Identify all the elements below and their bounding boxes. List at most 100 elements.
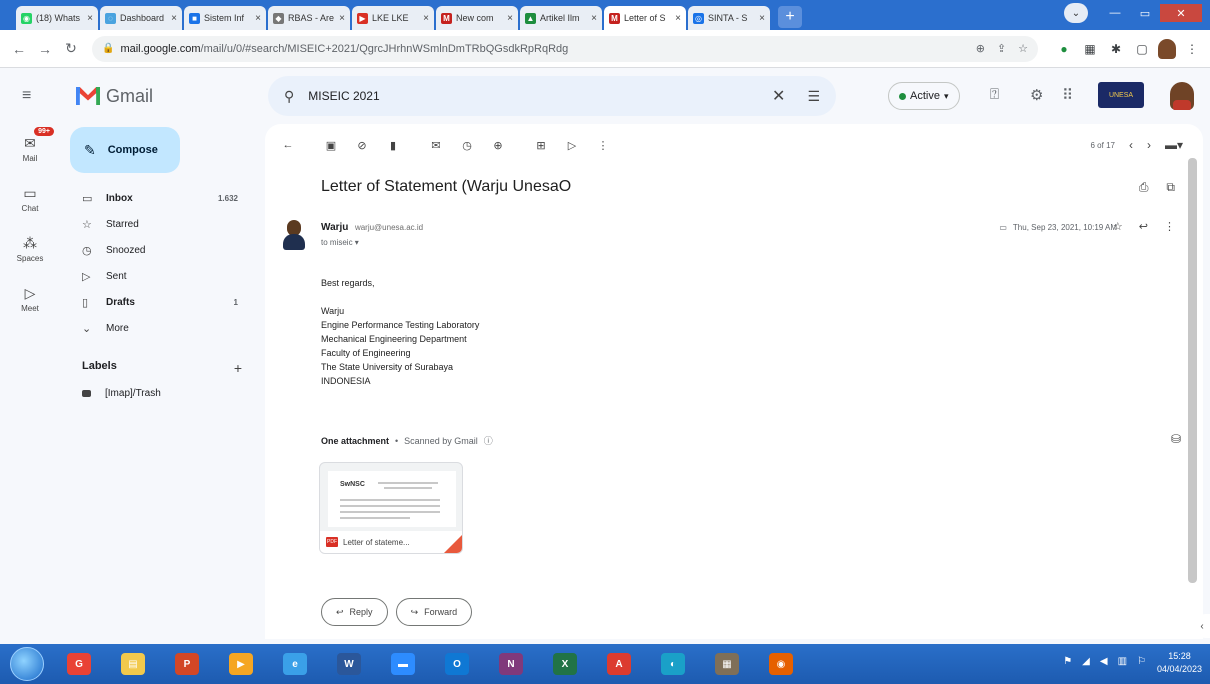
search-bar[interactable]: ⚲ MISEIC 2021 ✕ ☰ (268, 76, 836, 116)
organization-logo[interactable]: UNESA (1098, 82, 1144, 108)
taskbar-calendar-button[interactable]: ▦ (706, 647, 748, 681)
new-tab-button[interactable]: + (778, 6, 802, 28)
nav-item-more[interactable]: ⌄ More (60, 315, 260, 341)
clear-search-icon[interactable]: ✕ (772, 86, 785, 106)
taskbar-excel-button[interactable]: X (544, 647, 586, 681)
bookmark-star-icon[interactable]: ☆ (1018, 42, 1028, 55)
share-icon[interactable]: ⇪ (997, 42, 1006, 55)
message-scrollbar[interactable] (1188, 158, 1197, 583)
compose-button[interactable]: ✎ Compose (70, 127, 180, 173)
browser-tab[interactable]: ▶ LKE LKE × (352, 6, 434, 30)
tray-flag-icon[interactable]: ⚑ (1063, 656, 1072, 667)
delete-icon[interactable]: ▮ (382, 134, 404, 156)
tab-close-icon[interactable]: × (171, 13, 177, 24)
extension-green-icon[interactable]: ● (1054, 39, 1074, 59)
account-avatar[interactable] (1170, 82, 1194, 110)
browser-tab[interactable]: ◎ SINTA - S × (688, 6, 770, 30)
browser-tab[interactable]: ▲ Artikel Ilm × (520, 6, 602, 30)
back-arrow-icon[interactable]: ← (8, 38, 30, 60)
tab-close-icon[interactable]: × (507, 13, 513, 24)
archive-icon[interactable]: ▣ (320, 134, 342, 156)
taskbar-edge-button[interactable]: ◐ (652, 647, 694, 681)
rail-item-meet[interactable]: ▷ Meet (0, 274, 60, 324)
nav-item-drafts[interactable]: ▯ Drafts 1 (60, 289, 260, 315)
taskbar-powerpoint-button[interactable]: P (166, 647, 208, 681)
more-actions-icon[interactable]: ⋮ (592, 134, 614, 156)
taskbar-zoom-button[interactable]: ▬ (382, 647, 424, 681)
recipient-line[interactable]: to miseic ▾ (321, 238, 359, 247)
newer-chevron-icon[interactable]: ‹ (1129, 138, 1133, 152)
add-to-drive-icon[interactable]: ⛁ (1171, 432, 1181, 446)
add-label-icon[interactable]: + (234, 360, 242, 376)
status-dropdown[interactable]: Active ▾ (888, 82, 960, 110)
close-window-icon[interactable]: ✕ (1160, 4, 1202, 22)
browser-tab[interactable]: ◆ RBAS - Are × (268, 6, 350, 30)
search-input[interactable]: MISEIC 2021 (308, 89, 772, 103)
gmail-logo[interactable]: Gmail (76, 86, 153, 107)
browser-tab[interactable]: ■ Sistem Inf × (184, 6, 266, 30)
address-bar[interactable]: 🔒 mail.google.com /mail/u/0/#search/MISE… (92, 35, 1038, 62)
tab-close-icon[interactable]: × (87, 13, 93, 24)
star-icon[interactable]: ☆ (1113, 220, 1123, 233)
nav-item-snoozed[interactable]: ◷ Snoozed (60, 237, 260, 263)
tab-close-icon[interactable]: × (759, 13, 765, 24)
forward-arrow-icon[interactable]: → (34, 38, 56, 60)
taskbar-firefox-button[interactable]: ◉ (760, 647, 802, 681)
taskbar-chrome-button[interactable]: G (58, 647, 100, 681)
rail-item-mail[interactable]: ✉ 99+ Mail (0, 124, 60, 174)
tab-close-icon[interactable]: × (675, 13, 681, 24)
nav-item-inbox[interactable]: ▭ Inbox 1.632 (60, 185, 260, 211)
support-icon[interactable]: ⍰ (990, 86, 999, 103)
print-icon[interactable]: ⎙ (1139, 180, 1149, 195)
browser-menu-icon[interactable]: ⋮ (1182, 39, 1202, 59)
sender-avatar[interactable] (283, 220, 305, 252)
nav-item-starred[interactable]: ☆ Starred (60, 211, 260, 237)
taskbar-clock[interactable]: 15:28 04/04/2023 (1157, 650, 1202, 676)
tab-close-icon[interactable]: × (423, 13, 429, 24)
browser-tab[interactable]: M Letter of S × (604, 6, 686, 30)
keyboard-icon[interactable]: ▬▾ (1165, 138, 1183, 152)
older-chevron-icon[interactable]: › (1147, 138, 1151, 152)
browser-tab[interactable]: ◌ Dashboard × (100, 6, 182, 30)
tab-close-icon[interactable]: × (255, 13, 261, 24)
forward-button[interactable]: ↪ Forward (395, 598, 473, 626)
taskbar-word-button[interactable]: W (328, 647, 370, 681)
snooze-icon[interactable]: ◷ (456, 134, 478, 156)
tray-signal-icon[interactable]: ◢ (1082, 656, 1090, 667)
label-icon[interactable]: ▷ (561, 134, 583, 156)
add-task-icon[interactable]: ⊕ (487, 134, 509, 156)
taskbar-ie-button[interactable]: e (274, 647, 316, 681)
rail-item-chat[interactable]: ▭ Chat (0, 174, 60, 224)
rail-item-spaces[interactable]: ⁂ Spaces (0, 224, 60, 274)
taskbar-onenote-button[interactable]: N (490, 647, 532, 681)
search-icon[interactable]: ⚲ (284, 88, 294, 105)
mark-unread-icon[interactable]: ✉ (425, 134, 447, 156)
maximize-icon[interactable]: ▭ (1130, 4, 1160, 22)
tab-close-icon[interactable]: × (591, 13, 597, 24)
reply-icon[interactable]: ↩ (1139, 220, 1148, 233)
tray-action-center-icon[interactable]: ⚐ (1137, 656, 1146, 667)
message-more-icon[interactable]: ⋮ (1164, 220, 1175, 233)
apps-grid-icon[interactable]: ⠿ (1062, 86, 1073, 104)
tab-close-icon[interactable]: × (339, 13, 345, 24)
taskbar-media-button[interactable]: ▶ (220, 647, 262, 681)
browser-tab[interactable]: M New com × (436, 6, 518, 30)
main-menu-icon[interactable]: ≡ (22, 87, 46, 105)
back-to-list-icon[interactable]: ← (277, 134, 299, 156)
tray-volume-icon[interactable]: ◀ (1100, 656, 1108, 667)
taskbar-explorer-button[interactable]: ▤ (112, 647, 154, 681)
reply-button[interactable]: ↩ Reply (321, 598, 388, 626)
side-panel-icon[interactable]: ▢ (1132, 39, 1152, 59)
label-item[interactable]: [Imap]/Trash (82, 388, 161, 399)
start-button[interactable] (10, 647, 44, 681)
browser-tab[interactable]: ◉ (18) Whats × (16, 6, 98, 30)
taskbar-outlook-button[interactable]: O (436, 647, 478, 681)
nav-item-sent[interactable]: ▷ Sent (60, 263, 260, 289)
zoom-icon[interactable]: ⊕ (976, 42, 985, 55)
browser-profile-avatar[interactable] (1158, 38, 1176, 59)
open-new-window-icon[interactable]: ⧉ (1166, 180, 1175, 195)
sender-name[interactable]: Warju (321, 222, 348, 233)
info-icon[interactable]: ⓘ (484, 434, 493, 447)
extensions-puzzle-icon[interactable]: ✱ (1106, 39, 1126, 59)
move-to-icon[interactable]: ⊞ (530, 134, 552, 156)
